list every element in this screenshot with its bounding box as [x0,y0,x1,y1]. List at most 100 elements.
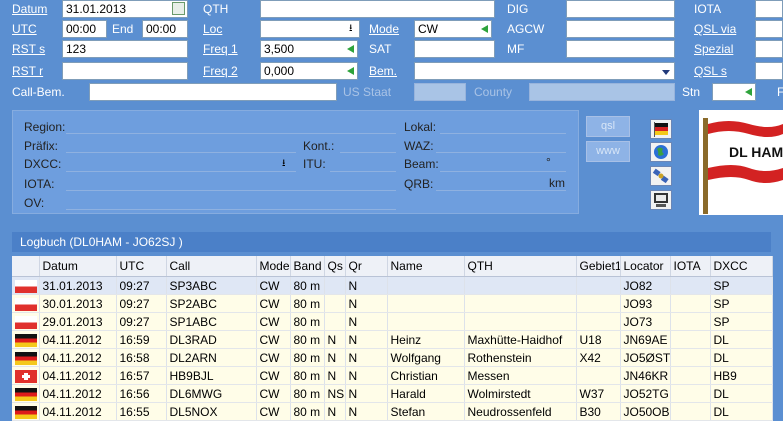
col-qr[interactable]: Qr [345,256,388,277]
table-cell-call[interactable]: DL5NOX [166,402,257,421]
table-cell-qr[interactable]: N [345,384,388,403]
col-qs[interactable]: Qs [324,256,346,277]
table-cell-qs[interactable]: N [324,402,346,421]
table-cell-iota[interactable] [670,312,711,331]
table-row[interactable]: 30.01.2013 09:27 SP2ABC CW 80 m N JO93 SP [12,294,773,313]
table-cell-mode[interactable]: CW [256,384,291,403]
table-cell-band[interactable]: 80 m [290,294,325,313]
table-cell-call[interactable]: SP1ABC [166,312,257,331]
table-cell-utc[interactable]: 16:59 [116,330,167,349]
table-cell-datum[interactable]: 30.01.2013 [39,294,117,313]
table-cell-gebiet[interactable] [576,294,621,313]
table-cell-datum[interactable]: 04.11.2012 [39,366,117,385]
mf-field[interactable] [566,40,675,58]
table-cell-gebiet[interactable] [576,312,621,331]
table-cell-name[interactable]: Christian [387,366,465,385]
bem-dropdown[interactable] [414,62,675,80]
table-cell-utc[interactable]: 16:58 [116,348,167,367]
table-cell-dxcc[interactable]: SP [710,312,773,331]
table-cell-dxcc[interactable]: DL [710,384,773,403]
table-cell-locator[interactable]: JO73 [620,312,671,331]
table-cell-qth[interactable]: Wolmirstedt [464,384,577,403]
table-cell-qs[interactable] [324,312,346,331]
col-utc[interactable]: UTC [116,256,167,277]
table-row[interactable]: 04.11.2012 16:58 DL2ARN CW 80 m N N Wolfgang Rot… [12,348,773,367]
sat-field[interactable] [414,40,495,58]
utc-field[interactable]: 00:00 [62,20,107,38]
table-cell-utc[interactable]: 16:55 [116,402,167,421]
table-cell-qth[interactable]: Neudrossenfeld [464,402,577,421]
table-cell-mode[interactable]: CW [256,312,291,331]
col-mode[interactable]: Mode [256,256,291,277]
table-cell-iota[interactable] [670,348,711,367]
table-cell-call[interactable]: SP3ABC [166,276,257,295]
table-cell-qr[interactable]: N [345,402,388,421]
col-gebiet1[interactable]: Gebiet1 [576,256,621,277]
qsl-s-field[interactable] [755,62,783,80]
table-cell-band[interactable]: 80 m [290,276,325,295]
table-cell-qr[interactable]: N [345,330,388,349]
table-cell-dxcc[interactable]: DL [710,402,773,421]
table-cell-qs[interactable]: N [324,330,346,349]
table-cell-gebiet[interactable]: U18 [576,330,621,349]
www-button[interactable]: www [586,141,630,162]
logbook-table[interactable]: Datum UTC Call Mode Band Qs Qr Name QTH … [12,256,773,421]
table-row[interactable]: 04.11.2012 16:56 DL6MWG CW 80 m NS N Harald Wolm… [12,384,773,403]
table-cell-qth[interactable] [464,276,577,295]
table-cell-dxcc[interactable]: SP [710,294,773,313]
col-iota[interactable]: IOTA [670,256,711,277]
table-cell-qs[interactable]: N [324,348,346,367]
col-dxcc[interactable]: DXCC [710,256,773,277]
table-cell-iota[interactable] [670,366,711,385]
col-band[interactable]: Band [290,256,325,277]
col-datum[interactable]: Datum [39,256,117,277]
table-cell-band[interactable]: 80 m [290,366,325,385]
freq1-field[interactable]: 3,500 [260,40,358,58]
mode-field[interactable]: CW [414,20,492,38]
stn-spin-icon[interactable] [745,88,752,96]
table-cell-utc[interactable]: 16:56 [116,384,167,403]
table-cell-qth[interactable] [464,294,577,313]
table-cell-utc[interactable]: 16:57 [116,366,167,385]
table-cell-iota[interactable] [670,402,711,421]
table-cell-call[interactable]: DL3RAD [166,330,257,349]
table-cell-dxcc[interactable]: SP [710,276,773,295]
table-cell-qr[interactable]: N [345,294,388,313]
table-cell-locator[interactable]: JO82 [620,276,671,295]
table-cell-qr[interactable]: N [345,312,388,331]
table-cell-mode[interactable]: CW [256,366,291,385]
col-flag[interactable] [12,256,40,277]
table-cell-band[interactable]: 80 m [290,384,325,403]
iota-field[interactable] [755,0,783,18]
table-cell-mode[interactable]: CW [256,276,291,295]
table-row[interactable]: 31.01.2013 09:27 SP3ABC CW 80 m N JO82 SP [12,276,773,295]
table-cell-mode[interactable]: CW [256,348,291,367]
download-icon[interactable]: ⭳ [282,158,286,170]
table-cell-qth[interactable] [464,312,577,331]
qsl-button[interactable]: qsl [586,116,630,137]
col-name[interactable]: Name [387,256,465,277]
spezial-field[interactable] [755,40,783,58]
table-cell-locator[interactable]: JN46KR [620,366,671,385]
col-call[interactable]: Call [166,256,257,277]
table-cell-name[interactable] [387,294,465,313]
table-cell-iota[interactable] [670,384,711,403]
call-bem-field[interactable] [89,83,337,101]
table-cell-gebiet[interactable]: X42 [576,348,621,367]
table-cell-utc[interactable]: 09:27 [116,294,167,313]
table-cell-call[interactable]: DL6MWG [166,384,257,403]
qth-field[interactable] [260,0,495,18]
table-cell-locator[interactable]: JO50OB [620,402,671,421]
table-cell-gebiet[interactable] [576,366,621,385]
table-cell-name[interactable]: Harald [387,384,465,403]
loc-field[interactable] [260,20,360,38]
calendar-icon[interactable] [172,2,185,15]
table-cell-qr[interactable]: N [345,348,388,367]
freq2-field[interactable]: 0,000 [260,62,358,80]
table-cell-dxcc[interactable]: DL [710,330,773,349]
flag-icon[interactable] [650,119,672,139]
table-cell-gebiet[interactable]: B30 [576,402,621,421]
table-cell-qth[interactable]: Maxhütte-Haidhof [464,330,577,349]
table-cell-dxcc[interactable]: DL [710,348,773,367]
stn-field[interactable] [712,83,756,101]
